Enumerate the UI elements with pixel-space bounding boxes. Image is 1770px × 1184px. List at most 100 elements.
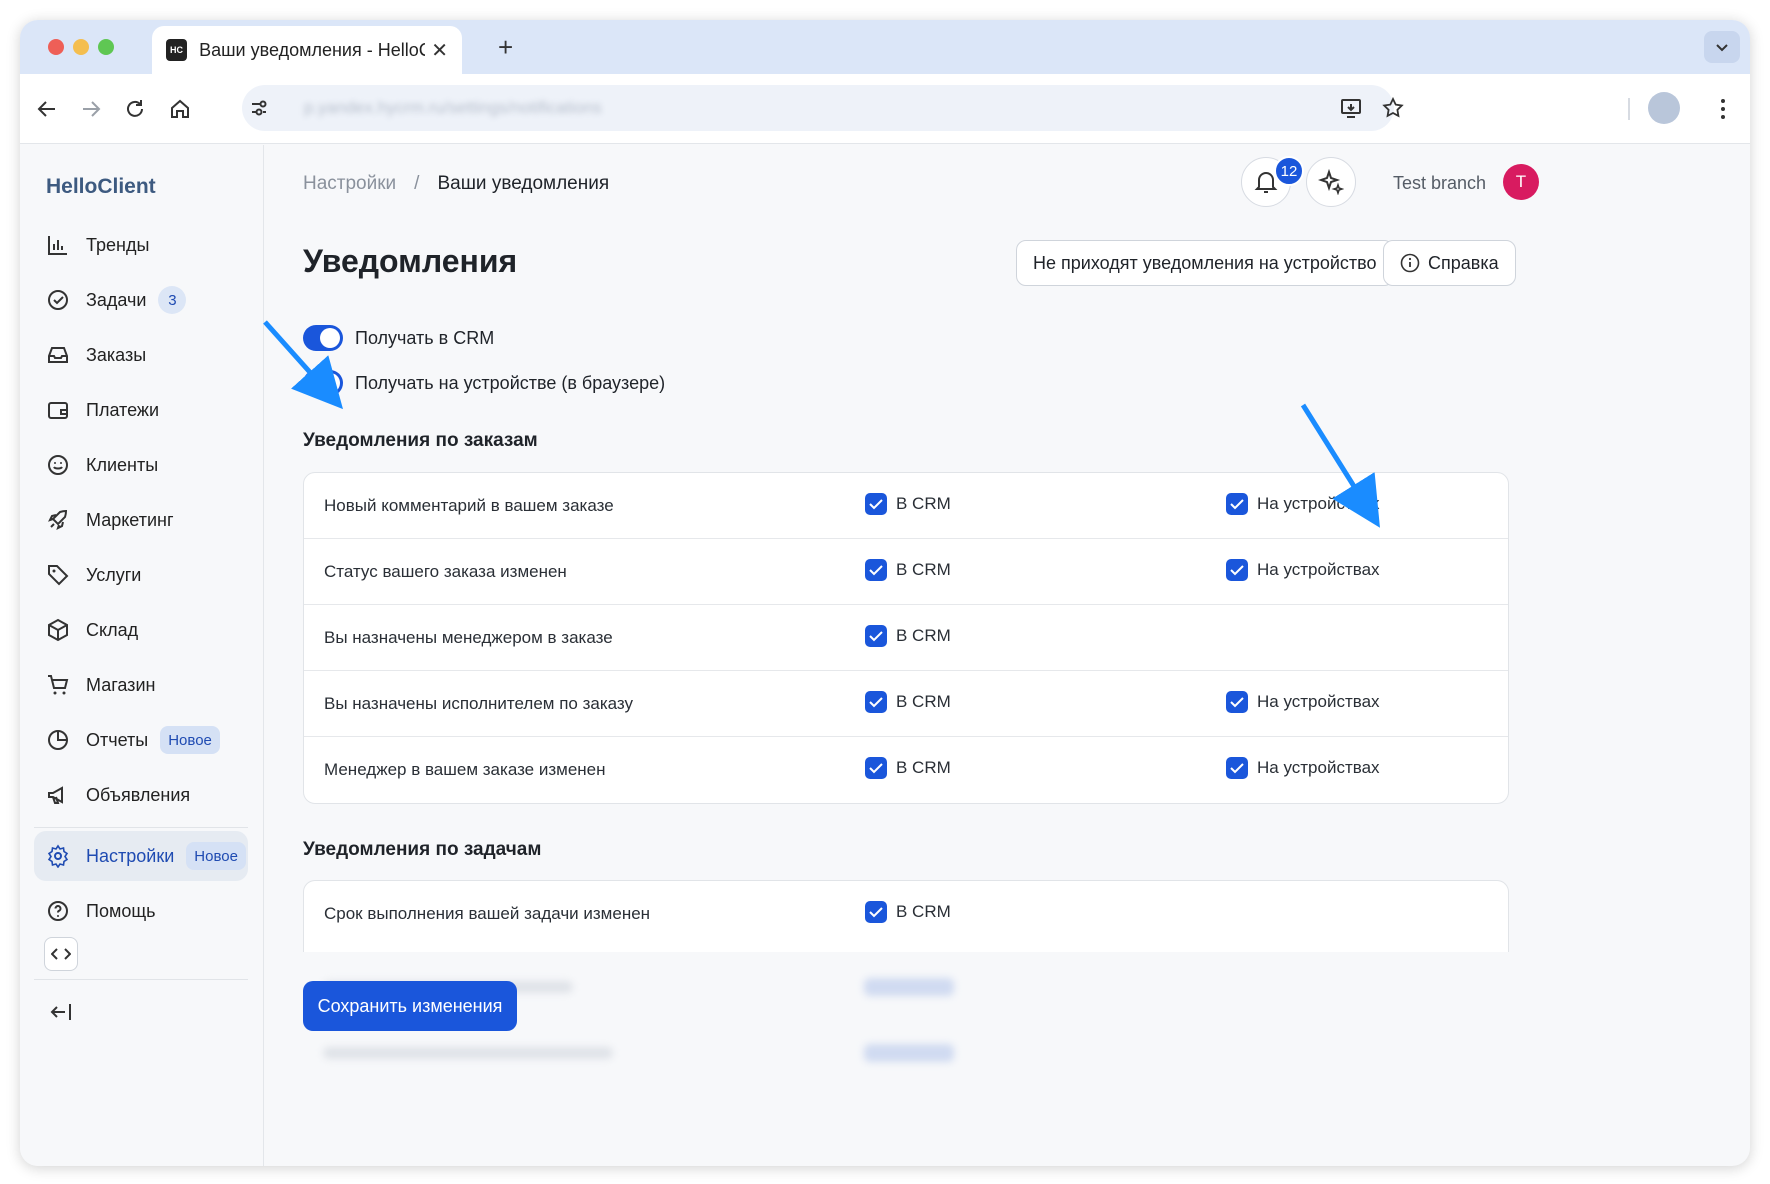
sidebar-item-services[interactable]: Услуги [34, 550, 248, 600]
new-tab-button[interactable]: + [498, 32, 513, 63]
collapse-sidebar-button[interactable] [46, 997, 76, 1027]
box-icon [48, 618, 68, 642]
sidebar-item-warehouse[interactable]: Склад [34, 605, 248, 655]
new-badge: Новое [160, 726, 220, 754]
checkmark-icon [869, 499, 883, 510]
crm-checkbox-label: В CRM [896, 560, 951, 579]
sidebar-item-label: Настройки [86, 845, 175, 866]
sidebar: HelloClient Тренды Задачи 3 Заказы Плате… [20, 145, 264, 1166]
tab-search-button[interactable] [1704, 31, 1740, 63]
reload-icon [127, 100, 143, 117]
home-icon [171, 99, 189, 118]
gear-icon [47, 844, 69, 868]
cart-icon [48, 675, 69, 695]
code-toggle-button[interactable] [44, 937, 78, 971]
sidebar-item-label: Магазин [86, 674, 156, 695]
sidebar-item-reports[interactable]: Отчеты Новое [34, 715, 248, 765]
arrow-left-icon [37, 101, 55, 117]
device-checkbox[interactable]: На устройствах [1226, 559, 1380, 581]
browser-menu-button[interactable] [1708, 94, 1738, 124]
device-issue-button[interactable]: Не приходят уведомления на устройство [1016, 240, 1394, 286]
install-app-icon[interactable] [1336, 93, 1366, 123]
sidebar-item-payments[interactable]: Платежи [34, 385, 248, 435]
collapse-left-icon [50, 1004, 71, 1020]
crm-checkbox[interactable]: В CRM [865, 559, 951, 581]
orders-section-title: Уведомления по заказам [303, 430, 538, 451]
sidebar-item-label: Отчеты [86, 729, 149, 750]
device-toggle[interactable] [303, 370, 343, 396]
page-title: Уведомления [303, 243, 518, 279]
forward-button[interactable] [76, 94, 106, 124]
reload-button[interactable] [120, 94, 150, 124]
arrow-right-icon [83, 101, 101, 117]
back-button[interactable] [32, 94, 62, 124]
sidebar-item-settings[interactable]: Настройки Новое [34, 831, 248, 881]
crm-toggle[interactable] [303, 325, 343, 351]
table-row: Новый комментарий в вашем заказе В CRM Н… [304, 473, 1508, 539]
sidebar-item-shop[interactable]: Магазин [34, 660, 248, 710]
site-settings-icon[interactable] [244, 93, 274, 123]
minimize-window-button[interactable] [73, 39, 89, 55]
crm-checkbox[interactable]: В CRM [865, 493, 951, 515]
chevron-down-icon [1716, 44, 1728, 52]
sidebar-item-clients[interactable]: Клиенты [34, 440, 248, 490]
question-circle-icon [48, 901, 68, 921]
kebab-menu-icon [1721, 99, 1725, 119]
sidebar-item-trends[interactable]: Тренды [34, 220, 248, 270]
save-button-label: Сохранить изменения [317, 995, 503, 1016]
save-changes-button[interactable]: Сохранить изменения [303, 981, 517, 1031]
help-button[interactable]: Справка [1383, 240, 1516, 286]
rocket-icon [48, 509, 68, 530]
browser-tab[interactable]: HC Ваши уведомления - HelloClient ✕ [152, 26, 462, 74]
sidebar-item-marketing[interactable]: Маркетинг [34, 495, 248, 545]
check-circle-icon [48, 290, 68, 310]
wallet-icon [48, 402, 68, 419]
crm-checkbox[interactable]: В CRM [865, 625, 951, 647]
tasks-section-title: Уведомления по задачам [303, 839, 542, 860]
sidebar-item-label: Клиенты [86, 454, 159, 475]
checkmark-icon [869, 565, 883, 576]
sidebar-item-label: Задачи [86, 289, 147, 310]
sidebar-divider [34, 979, 248, 980]
sidebar-item-announcements[interactable]: Объявления [34, 770, 248, 820]
device-checkbox[interactable]: На устройствах [1226, 493, 1380, 515]
crm-checkbox-label: В CRM [896, 758, 951, 777]
sidebar-item-tasks[interactable]: Задачи 3 [34, 275, 248, 325]
sidebar-item-help[interactable]: Помощь [34, 886, 248, 936]
tab-close-icon[interactable]: ✕ [431, 38, 448, 63]
branch-name[interactable]: Test branch [1393, 173, 1486, 194]
close-window-button[interactable] [48, 39, 64, 55]
device-checkbox[interactable]: На устройствах [1226, 691, 1380, 713]
crm-checkbox[interactable]: В CRM [865, 901, 951, 923]
crm-checkbox[interactable]: В CRM [865, 691, 951, 713]
table-row: Менеджер в вашем заказе изменен В CRM На… [304, 737, 1508, 803]
sidebar-item-label: Услуги [86, 564, 142, 585]
device-checkbox-label: На устройствах [1257, 692, 1380, 711]
sparkle-icon [1318, 169, 1344, 195]
profile-avatar[interactable] [1648, 92, 1680, 124]
ai-assistant-button[interactable] [1306, 157, 1356, 207]
browser-toolbar: p.yandex.hycrm.ru/settings/notifications [20, 74, 1750, 144]
new-badge: Новое [186, 842, 246, 870]
breadcrumb-settings-link[interactable]: Настройки [303, 173, 396, 195]
code-icon [51, 948, 71, 960]
favicon-icon: HC [166, 39, 188, 61]
row-label: Вы назначены менеджером в заказе [324, 628, 613, 647]
pie-chart-icon [48, 730, 68, 750]
sidebar-item-orders[interactable]: Заказы [34, 330, 248, 380]
crm-checkbox-label: В CRM [896, 692, 951, 711]
tab-title: Ваши уведомления - HelloClient [199, 39, 425, 60]
brand-logo[interactable]: HelloClient [46, 175, 156, 199]
crm-checkbox[interactable]: В CRM [865, 757, 951, 779]
row-label: Менеджер в вашем заказе изменен [324, 760, 606, 779]
home-button[interactable] [165, 94, 195, 124]
user-avatar[interactable]: T [1503, 164, 1539, 200]
maximize-window-button[interactable] [98, 39, 114, 55]
checkmark-icon [869, 697, 883, 708]
toolbar-divider [1628, 98, 1630, 120]
device-checkbox[interactable]: На устройствах [1226, 757, 1380, 779]
address-bar[interactable]: p.yandex.hycrm.ru/settings/notifications [242, 85, 1404, 131]
bookmark-star-icon[interactable] [1378, 93, 1408, 123]
sidebar-item-label: Маркетинг [86, 509, 174, 530]
url-text: p.yandex.hycrm.ru/settings/notifications [304, 98, 602, 117]
